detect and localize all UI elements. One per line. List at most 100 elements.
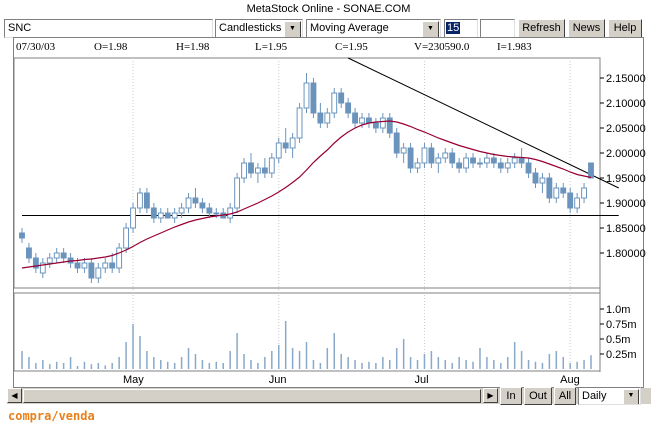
candle-body [331,92,338,114]
candle-body [60,252,67,259]
candle-body [46,257,53,264]
price-tick-label: 2.15000 [606,73,646,85]
candle-body [372,122,379,129]
candle-body [261,167,268,174]
volume-tick-label: 0.75m [606,319,637,331]
price-tick-label: 1.90000 [606,198,646,210]
candle-body [546,177,553,199]
candle-body [53,252,60,259]
candle-body [435,157,442,164]
candle-body [268,157,275,174]
candle-body [213,212,220,215]
candle-body [393,132,400,154]
candle-body [414,162,421,169]
moving-average-line [21,120,592,269]
candle-body [192,197,199,204]
zoom-in-button[interactable]: In [500,387,522,405]
candle-body [303,82,310,109]
candle-body [442,152,449,159]
candle-body [206,207,213,214]
candle-body [345,102,352,114]
candle-body [518,157,525,164]
candle-body [137,192,143,209]
candle-body [324,112,331,124]
candle-body [19,232,25,239]
zoom-out-button[interactable]: Out [524,387,552,405]
candle-body [164,212,171,219]
candle-body [171,212,178,219]
candle-body [296,107,303,139]
candle-body [338,92,345,104]
candle-body [449,152,456,164]
candle-body [254,167,261,174]
price-tick-label: 1.80000 [606,248,646,260]
candle-body [123,227,130,249]
month-label: Aug [560,374,580,386]
candle-body [428,147,435,164]
candle-body [456,162,463,169]
price-tick-label: 2.00000 [606,148,646,160]
brand-link[interactable]: compra/venda [8,409,95,423]
candle-body [130,207,136,229]
candle-body [289,137,296,149]
candle-body [553,187,560,199]
candle-body [539,177,546,184]
scroll-left-icon[interactable]: ◀ [7,388,22,403]
candle-body [490,157,497,164]
price-tick-label: 2.05000 [606,123,646,135]
candle-body [525,162,532,174]
candle-body [95,267,102,279]
candle-body [581,187,587,199]
candle-body [497,162,504,169]
candle-body [116,247,123,269]
candle-body [511,157,518,164]
month-label: May [123,374,144,386]
candle-body [234,177,241,209]
candle-body [26,247,32,259]
chevron-down-icon[interactable]: ▼ [623,389,639,404]
month-label: Jun [269,374,287,386]
candle-body [463,157,470,169]
candle-body [81,262,88,269]
candle-body [143,192,150,209]
show-all-button[interactable]: All [554,387,576,405]
candle-body [379,117,386,129]
candle-body [477,162,483,165]
candle-body [504,162,511,169]
candle-body [532,172,539,184]
candle-body [282,142,289,149]
candle-body [88,262,95,279]
candle-body [483,157,490,164]
candle-body [317,112,324,124]
volume-tick-label: 0.5m [606,334,630,346]
candle-body [157,212,164,219]
candle-body [248,162,254,174]
candle-body [102,262,109,269]
candle-body [185,197,192,209]
horizontal-scrollbar[interactable]: ◀ ▶ In Out All Daily ▼ [7,387,651,405]
candle-body [150,207,157,219]
candle-body [400,147,407,154]
candle-body [560,187,567,194]
candle-body [588,162,594,179]
interval-value: Daily [582,390,607,402]
candle-body [109,262,116,269]
volume-tick-label: 0.25m [606,349,637,361]
volume-tick-label: 1.0m [606,304,630,316]
candle-body [407,147,414,169]
candle-body [352,112,359,124]
scroll-right-icon[interactable]: ▶ [483,388,498,403]
interval-select[interactable]: Daily ▼ [578,387,641,405]
price-chart: 2.15000 2.10000 2.05000 2.00000 1.95000 1.900… [13,57,646,386]
candle-body [241,162,247,179]
candle-body [178,207,185,214]
scroll-thumb[interactable] [23,389,481,403]
candle-body [199,202,206,209]
candle-body [310,82,317,114]
month-label: Jul [414,374,428,386]
price-tick-label: 2.10000 [606,98,646,110]
price-tick-label: 1.95000 [606,173,646,185]
candle-body [567,192,574,209]
candle-body [74,262,81,269]
candle-body [421,147,428,164]
